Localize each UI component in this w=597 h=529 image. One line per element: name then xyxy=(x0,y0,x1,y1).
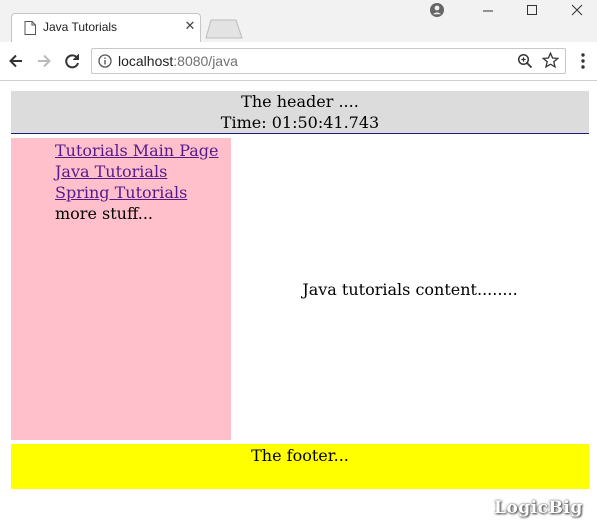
minimize-icon[interactable] xyxy=(465,0,511,20)
tab-title: Java Tutorials xyxy=(43,20,118,34)
tab-strip: Java Tutorials ✕ xyxy=(0,0,597,42)
header-title: The header .... xyxy=(241,92,359,111)
content-text: Java tutorials content........ xyxy=(302,279,518,299)
sidebar-item: more stuff... xyxy=(55,204,154,223)
info-icon[interactable] xyxy=(98,54,112,68)
page-icon xyxy=(24,21,36,35)
forward-arrow-icon[interactable] xyxy=(33,50,55,72)
link-java-tutorials[interactable]: Java Tutorials xyxy=(55,162,167,181)
page-footer: The footer... xyxy=(11,444,589,489)
more-vertical-icon[interactable] xyxy=(576,52,590,70)
zoom-icon[interactable] xyxy=(517,53,533,69)
profile-icon[interactable] xyxy=(414,0,460,20)
browser-toolbar: localhost:8080/java xyxy=(0,42,597,81)
sidebar: Tutorials Main Page Java Tutorials Sprin… xyxy=(11,138,231,440)
sidebar-item: Spring Tutorials xyxy=(55,182,218,203)
new-tab-button[interactable] xyxy=(205,19,243,39)
header-time: Time: 01:50:41.743 xyxy=(220,113,380,132)
address-bar[interactable]: localhost:8080/java xyxy=(91,48,566,74)
back-arrow-icon[interactable] xyxy=(5,50,27,72)
url-host: localhost xyxy=(118,53,174,69)
reload-icon[interactable] xyxy=(61,50,83,72)
page-viewport: The header .... Time: 01:50:41.743 Tutor… xyxy=(0,81,597,529)
footer-text: The footer... xyxy=(251,446,349,465)
link-spring-tutorials[interactable]: Spring Tutorials xyxy=(55,183,187,202)
logicbig-watermark: LogicBig xyxy=(494,498,583,518)
sidebar-item: Java Tutorials xyxy=(55,161,218,182)
tab-close-icon[interactable]: ✕ xyxy=(183,20,197,34)
link-tutorials-main-page[interactable]: Tutorials Main Page xyxy=(55,141,218,160)
sidebar-list: Tutorials Main Page Java Tutorials Sprin… xyxy=(55,140,218,224)
main-content: Java tutorials content........ xyxy=(231,138,589,440)
url-text[interactable]: localhost:8080/java xyxy=(118,53,238,69)
close-icon[interactable] xyxy=(554,0,597,20)
page-header: The header .... Time: 01:50:41.743 xyxy=(11,91,589,134)
sidebar-item: Tutorials Main Page xyxy=(55,140,218,161)
maximize-icon[interactable] xyxy=(509,0,555,20)
browser-tab[interactable]: Java Tutorials ✕ xyxy=(11,13,201,42)
bookmark-star-icon[interactable] xyxy=(542,52,559,69)
url-path: :8080/java xyxy=(173,53,238,69)
